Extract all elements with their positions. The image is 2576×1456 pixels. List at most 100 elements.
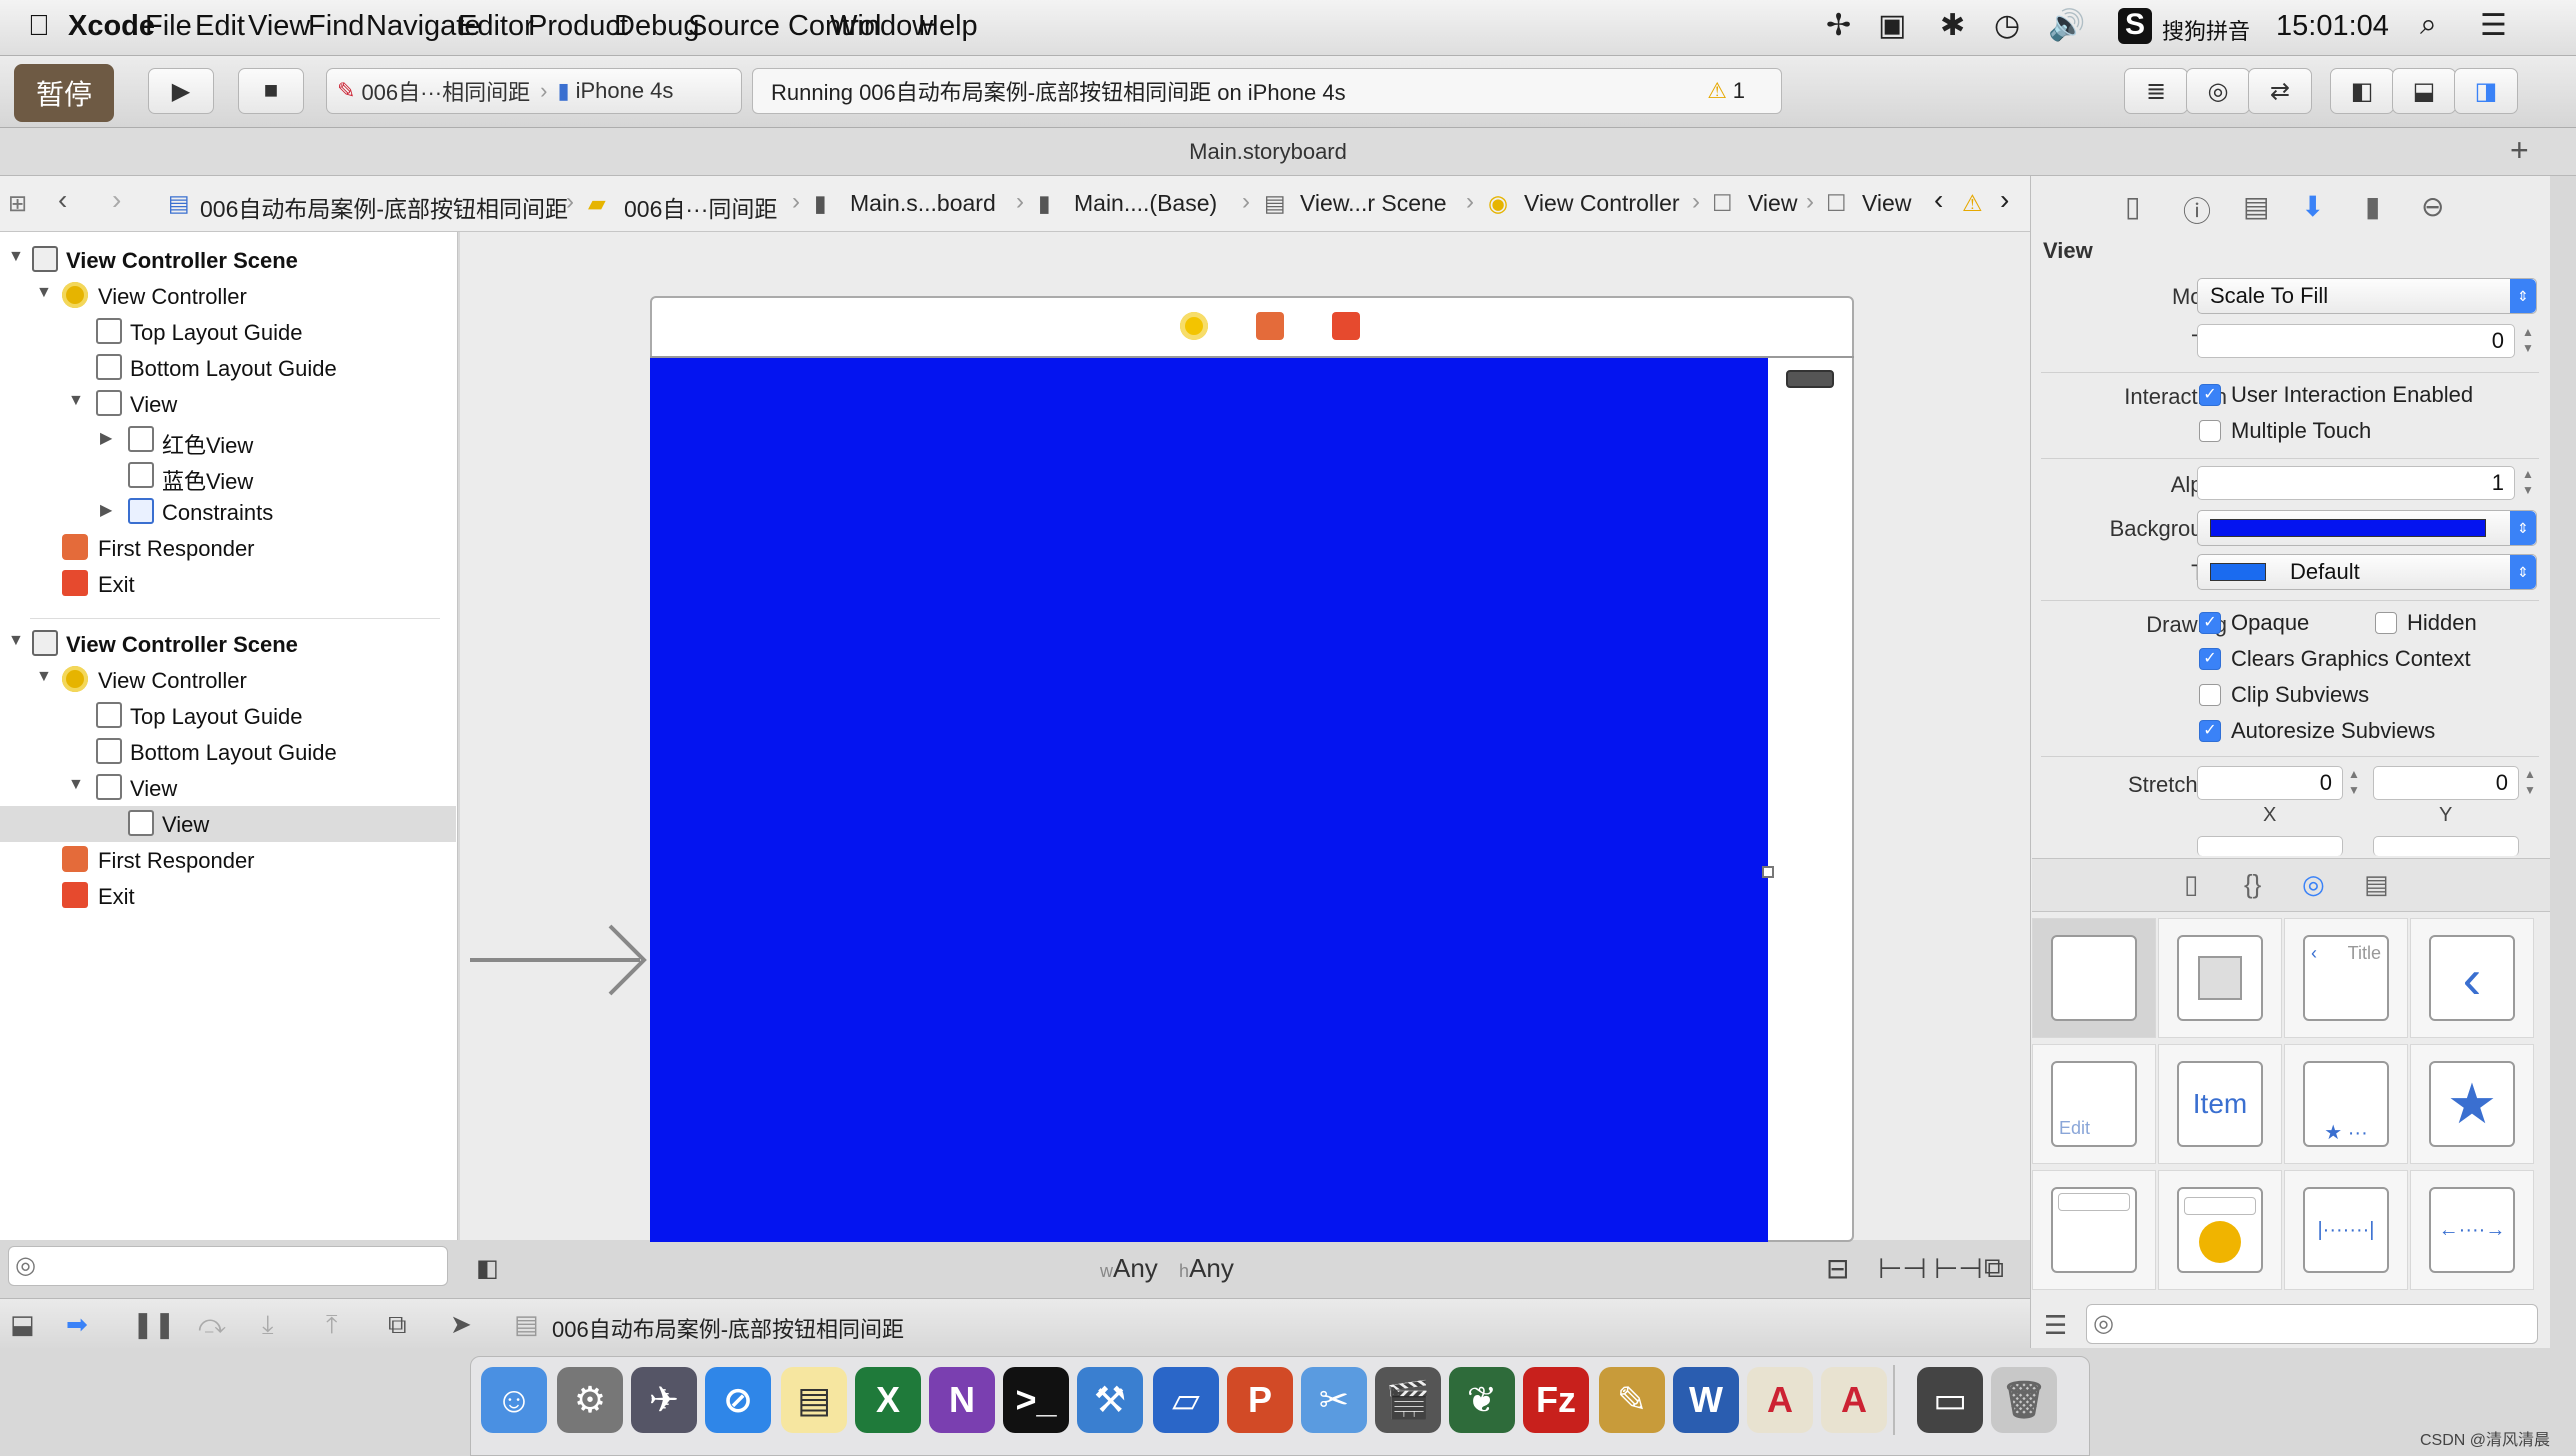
trash-icon[interactable]: 🗑 (1991, 1367, 2057, 1433)
first-responder-icon[interactable] (1256, 312, 1284, 340)
menu-find[interactable]: Find (308, 10, 364, 43)
xcode-document-icon[interactable]: A (1821, 1367, 1887, 1433)
menu-file[interactable]: File (145, 10, 192, 43)
opaque-checkbox[interactable]: ✓ (2199, 612, 2221, 634)
xcode-document-icon[interactable]: A (1747, 1367, 1813, 1433)
outline-row-view[interactable]: ▼ View (0, 386, 456, 422)
stretching-x-stepper-icon[interactable]: ▲ ▼ (2347, 766, 2361, 800)
jump-base[interactable]: Main....(Base) (1074, 190, 1217, 217)
tab-main-storyboard[interactable]: Main.storyboard (0, 139, 2536, 165)
media-library-icon[interactable]: ▤ (2364, 869, 2389, 900)
library-item-tab-bar[interactable]: ★ ··· (2284, 1044, 2408, 1164)
disclosure-closed-icon[interactable]: ▶ (100, 500, 112, 520)
sogou-icon[interactable]: S (2118, 8, 2152, 44)
warning-icon[interactable]: ⚠ (1707, 78, 1727, 104)
forward-icon[interactable]: › (112, 184, 121, 216)
outline-filter-field[interactable]: ◎ (8, 1246, 448, 1286)
hide-outline-icon[interactable]: ◧ (476, 1254, 499, 1283)
previous-issue-icon[interactable]: ‹ (1934, 184, 1943, 216)
background-color-popup[interactable]: ⇕ (2197, 510, 2537, 546)
library-item-fixed-space[interactable]: ←····→ (2410, 1170, 2534, 1290)
word-icon[interactable]: W (1673, 1367, 1739, 1433)
outline-row-exit[interactable]: Exit (0, 566, 456, 602)
time-machine-icon[interactable]: ◷ (1994, 8, 2020, 43)
toggle-debug-area-button[interactable]: ⬓ (2392, 68, 2456, 114)
outline-row-constraints[interactable]: ▶ Constraints (0, 494, 456, 530)
jump-project[interactable]: 006自动布局案例-底部按钮相同间距 (200, 190, 568, 224)
list-view-toggle-icon[interactable]: ☰ (2044, 1310, 2067, 1341)
multiple-touch-checkbox[interactable] (2199, 420, 2221, 442)
align-icon[interactable]: ⊟ (1826, 1252, 1849, 1285)
terminal-icon[interactable]: >_ (1003, 1367, 1069, 1433)
outline-row-exit[interactable]: Exit (0, 878, 456, 914)
back-icon[interactable]: ‹ (58, 184, 67, 216)
notification-center-icon[interactable]: ☰ (2480, 8, 2507, 43)
input-method-label[interactable]: 搜狗拼音 (2162, 14, 2250, 46)
menu-help[interactable]: Help (918, 10, 978, 43)
mode-popup[interactable]: Scale To Fill ⇕ (2197, 278, 2537, 314)
stretching-y-stepper-icon[interactable]: ▲ ▼ (2523, 766, 2537, 800)
stop-button[interactable]: ■ (238, 68, 304, 114)
library-item-search-display[interactable] (2158, 1170, 2282, 1290)
resize-handle[interactable] (1762, 866, 1774, 878)
disclosure-open-icon[interactable]: ▼ (36, 284, 52, 302)
bluetooth-icon[interactable]: ✱ (1940, 8, 1965, 43)
outline-row-view[interactable]: ▼ View (0, 770, 456, 806)
clears-context-checkbox[interactable]: ✓ (2199, 648, 2221, 670)
menu-edit[interactable]: Edit (195, 10, 245, 43)
library-item-container-view[interactable] (2158, 918, 2282, 1038)
outline-row-bottom-layout-guide[interactable]: Bottom Layout Guide (0, 734, 456, 770)
warning-icon[interactable]: ⚠ (1962, 190, 1983, 217)
tint-popup[interactable]: Default ⇕ (2197, 554, 2537, 590)
outline-row-bottom-layout-guide[interactable]: Bottom Layout Guide (0, 350, 456, 386)
powerpoint-icon[interactable]: P (1227, 1367, 1293, 1433)
user-interaction-checkbox[interactable]: ✓ (2199, 384, 2221, 406)
attributes-inspector-icon[interactable]: ⬇ (2301, 190, 2324, 223)
jump-view-selected[interactable]: View (1862, 190, 1911, 217)
pin-icon[interactable]: ⊢⊣ (1878, 1252, 1927, 1285)
jump-scene[interactable]: View...r Scene (1300, 190, 1447, 217)
stretching-h-field[interactable] (2373, 836, 2519, 856)
pause-continue-icon[interactable]: ❚❚ (132, 1309, 176, 1340)
library-item-toolbar[interactable]: Edit (2032, 1044, 2156, 1164)
volume-icon[interactable]: 🔊 (2048, 8, 2085, 43)
step-into-icon[interactable]: ⤓ (262, 1309, 274, 1341)
system-preferences-icon[interactable]: ⚙ (557, 1367, 623, 1433)
outline-row-first-responder[interactable]: First Responder (0, 530, 456, 566)
imovie-icon[interactable]: 🎬 (1375, 1367, 1441, 1433)
clock[interactable]: 15:01:04 (2276, 10, 2389, 43)
disclosure-open-icon[interactable]: ▼ (68, 392, 84, 410)
outline-row-view-selected[interactable]: View (0, 806, 456, 842)
tag-stepper-icon[interactable]: ▲ ▼ (2521, 324, 2535, 358)
instruments-icon[interactable]: ✎ (1599, 1367, 1665, 1433)
breakpoints-toggle-icon[interactable]: ➡ (66, 1309, 88, 1340)
run-button[interactable]: ▶ (148, 68, 214, 114)
warning-count[interactable]: 1 (1733, 78, 1745, 104)
jump-group[interactable]: 006自···同间距 (624, 190, 777, 224)
standard-editor-button[interactable]: ≣ (2124, 68, 2188, 114)
outline-row-top-layout-guide[interactable]: Top Layout Guide (0, 698, 456, 734)
scissors-icon[interactable]: ✂ (1301, 1367, 1367, 1433)
jump-view-controller[interactable]: View Controller (1524, 190, 1680, 217)
disclosure-closed-icon[interactable]: ▶ (100, 428, 112, 448)
size-inspector-icon[interactable]: ▮ (2365, 190, 2380, 223)
menu-editor[interactable]: Editor (458, 10, 534, 43)
library-item-search-bar[interactable] (2032, 1170, 2156, 1290)
disclosure-open-icon[interactable]: ▼ (36, 668, 52, 686)
disclosure-open-icon[interactable]: ▼ (68, 776, 84, 794)
resolve-auto-layout-icon[interactable]: ⊢⊣ (1934, 1252, 1983, 1285)
debug-process-path[interactable]: 006自动布局案例-底部按钮相同间距 (552, 1312, 904, 1344)
assistant-editor-button[interactable]: ◎ (2186, 68, 2250, 114)
toggle-utilities-button[interactable]: ◨ (2454, 68, 2518, 114)
code-snippet-icon[interactable]: {} (2244, 869, 2261, 900)
tag-field[interactable]: 0 (2197, 324, 2515, 358)
launchpad-icon[interactable]: ✈ (631, 1367, 697, 1433)
alpha-field[interactable]: 1 (2197, 466, 2515, 500)
menu-product[interactable]: Product (528, 10, 628, 43)
library-item-tab-bar-item[interactable]: ★ (2410, 1044, 2534, 1164)
outline-row-view-controller[interactable]: ▼ View Controller (0, 662, 456, 698)
initial-view-controller-arrow-icon[interactable] (470, 920, 650, 1000)
stretching-w-field[interactable] (2197, 836, 2343, 856)
library-item-flexible-space[interactable]: |·······| (2284, 1170, 2408, 1290)
step-over-icon[interactable]: ⤼ (198, 1309, 226, 1341)
